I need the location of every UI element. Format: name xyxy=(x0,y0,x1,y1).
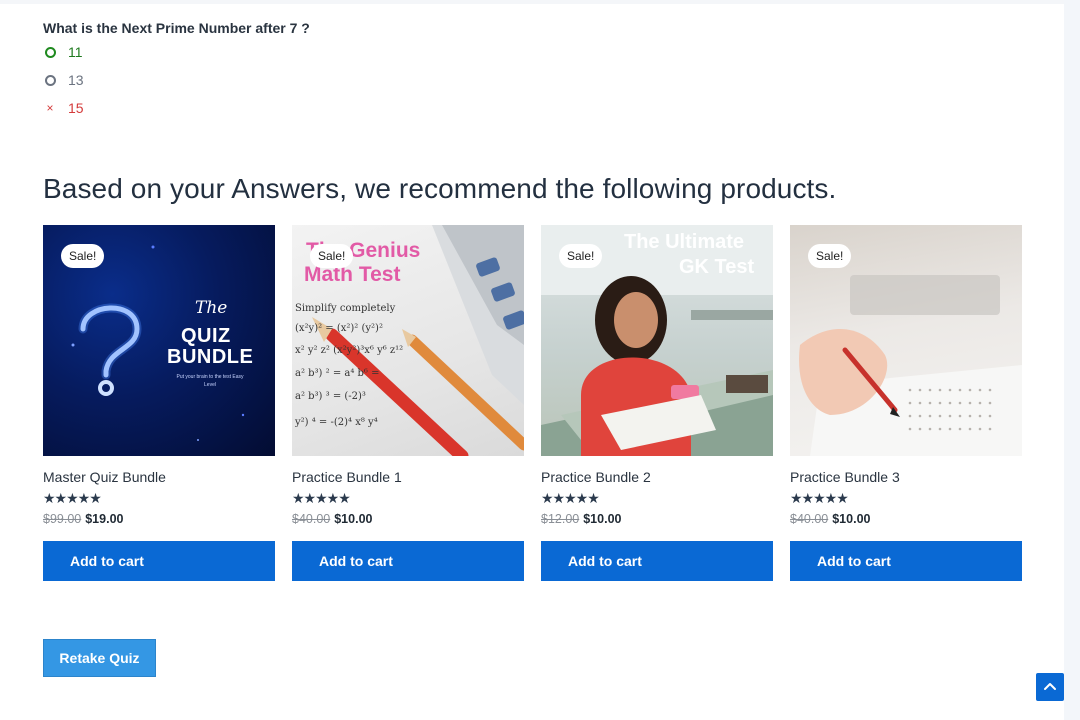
equation-text: x² y² z² (x²y²)³x⁶ y⁶ z¹² xyxy=(295,345,404,356)
image-tagline: Put your brain to the test Easy Level xyxy=(176,374,244,388)
image-title-line1: The Ultimate xyxy=(624,231,745,253)
answer-label: 13 xyxy=(68,72,84,88)
answer-option-wrong: × 15 xyxy=(43,100,84,116)
scroll-to-top-button[interactable] xyxy=(1036,673,1064,701)
top-strip xyxy=(0,0,1064,4)
star-rating-icon: ★★★★★ xyxy=(43,490,102,506)
sale-price: $10.00 xyxy=(583,512,622,526)
product-card: The QUIZ BUNDLE Put your brain to the te… xyxy=(43,225,275,581)
radio-ring-icon xyxy=(43,73,57,87)
image-title-bundle: BUNDLE xyxy=(167,346,254,368)
old-price: $40.00 xyxy=(790,512,829,526)
product-image[interactable]: Simplify completely (x²y)² = (x²)² (y²)²… xyxy=(292,225,524,456)
product-price: $12.00 $10.00 xyxy=(541,512,621,526)
quiz-question: What is the Next Prime Number after 7 ? xyxy=(43,20,310,36)
add-to-cart-button[interactable]: Add to cart xyxy=(790,541,1022,581)
retake-quiz-button[interactable]: Retake Quiz xyxy=(43,639,156,677)
product-image[interactable]: The Ultimate GK Test Sale! xyxy=(541,225,773,456)
product-name[interactable]: Practice Bundle 1 xyxy=(292,469,402,485)
cross-icon: × xyxy=(46,101,54,115)
image-title-the: The xyxy=(195,298,228,318)
answer-label: 15 xyxy=(68,100,84,116)
radio-ring-icon xyxy=(43,45,57,59)
star-rating-icon: ★★★★★ xyxy=(790,490,849,506)
product-price: $40.00 $10.00 xyxy=(790,512,870,526)
add-to-cart-button[interactable]: Add to cart xyxy=(292,541,524,581)
old-price: $99.00 xyxy=(43,512,82,526)
answer-option-correct: 11 xyxy=(43,44,83,60)
equation-text: a² b³) ³ = (-2)³ xyxy=(295,391,366,402)
image-title-line2: GK Test xyxy=(679,256,755,278)
sale-badge: Sale! xyxy=(310,244,354,268)
sale-badge: Sale! xyxy=(559,244,603,268)
page-gutter xyxy=(1064,0,1080,720)
product-price: $40.00 $10.00 xyxy=(292,512,372,526)
chevron-up-icon xyxy=(1044,683,1056,690)
sale-badge: Sale! xyxy=(808,244,852,268)
add-to-cart-button[interactable]: Add to cart xyxy=(541,541,773,581)
product-name[interactable]: Practice Bundle 2 xyxy=(541,469,651,485)
equation-text: (x²y)² = (x²)² (y²)² xyxy=(295,323,383,334)
sale-badge: Sale! xyxy=(61,244,105,268)
add-to-cart-button[interactable]: Add to cart xyxy=(43,541,275,581)
product-card: Simplify completely (x²y)² = (x²)² (y²)²… xyxy=(292,225,524,581)
equation-text: Simplify completely xyxy=(295,303,396,314)
old-price: $40.00 xyxy=(292,512,331,526)
product-card: The Ultimate GK Test Sale! Practice Bund… xyxy=(541,225,773,581)
sale-price: $19.00 xyxy=(85,512,124,526)
product-image[interactable]: Sale! xyxy=(790,225,1022,456)
product-card: Sale! Practice Bundle 3 ★★★★★ $40.00 $10.… xyxy=(790,225,1022,581)
equation-text: a² b³) ² = a⁴ b⁶ = xyxy=(295,368,380,379)
star-rating-icon: ★★★★★ xyxy=(541,490,600,506)
star-rating-icon: ★★★★★ xyxy=(292,490,351,506)
answer-label: 11 xyxy=(68,44,83,60)
equation-text: y²) ⁴ = -(2)⁴ x⁸ y⁴ xyxy=(295,417,378,428)
old-price: $12.00 xyxy=(541,512,580,526)
sale-price: $10.00 xyxy=(334,512,373,526)
product-name[interactable]: Practice Bundle 3 xyxy=(790,469,900,485)
sale-price: $10.00 xyxy=(832,512,871,526)
product-price: $99.00 $19.00 xyxy=(43,512,123,526)
product-name[interactable]: Master Quiz Bundle xyxy=(43,469,166,485)
recommendations-heading: Based on your Answers, we recommend the … xyxy=(43,173,837,204)
image-title-quiz: QUIZ xyxy=(181,325,231,347)
answer-option: 13 xyxy=(43,72,84,88)
product-image[interactable]: The QUIZ BUNDLE Put your brain to the te… xyxy=(43,225,275,456)
